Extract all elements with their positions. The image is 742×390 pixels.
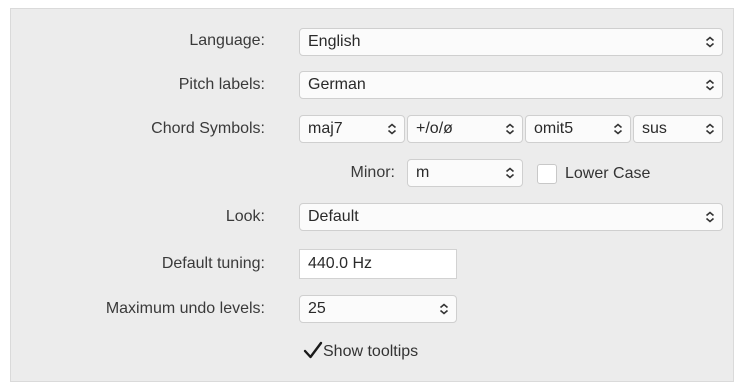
chevron-updown-icon [613,116,623,142]
default-tuning-label: Default tuning: [161,255,265,272]
minor-select[interactable]: m [407,159,523,187]
chord-sus-value: sus [642,120,667,137]
look-select[interactable]: Default [299,203,723,231]
chevron-updown-icon [505,160,515,186]
chord-diminished-select[interactable]: +/o/ø [407,115,523,143]
language-label: Language: [189,32,265,49]
show-tooltips-checkbox[interactable] [303,341,323,361]
lower-case-checkbox[interactable] [537,164,557,184]
preferences-panel: Language: English Pitch labels: German C… [10,8,734,382]
language-value: English [308,33,361,50]
chord-sus-select[interactable]: sus [633,115,723,143]
chord-omit-select[interactable]: omit5 [525,115,631,143]
undo-levels-select[interactable]: 25 [299,295,457,323]
undo-levels-value: 25 [308,300,326,317]
chevron-updown-icon [705,116,715,142]
checkmark-icon [303,341,323,359]
pitch-labels-value: German [308,76,366,93]
chevron-updown-icon [505,116,515,142]
maximum-undo-levels-label: Maximum undo levels: [105,300,265,317]
chord-major7-select[interactable]: maj7 [299,115,405,143]
chord-omit-value: omit5 [534,120,574,137]
chevron-updown-icon [705,204,715,230]
chevron-updown-icon [705,29,715,55]
chevron-updown-icon [705,72,715,98]
default-tuning-input[interactable]: 440.0 Hz [299,249,457,279]
chevron-updown-icon [439,296,449,322]
pitch-labels-label: Pitch labels: [178,76,265,93]
look-label: Look: [225,208,265,225]
show-tooltips-label[interactable]: Show tooltips [323,342,418,362]
minor-value: m [416,164,430,181]
lower-case-label[interactable]: Lower Case [565,164,650,184]
look-value: Default [308,208,359,225]
minor-label: Minor: [350,164,395,181]
pitch-labels-select[interactable]: German [299,71,723,99]
chord-symbols-label: Chord Symbols: [151,120,265,137]
chevron-updown-icon [387,116,397,142]
chord-diminished-value: +/o/ø [416,120,453,137]
chord-major7-value: maj7 [308,120,343,137]
language-select[interactable]: English [299,28,723,56]
